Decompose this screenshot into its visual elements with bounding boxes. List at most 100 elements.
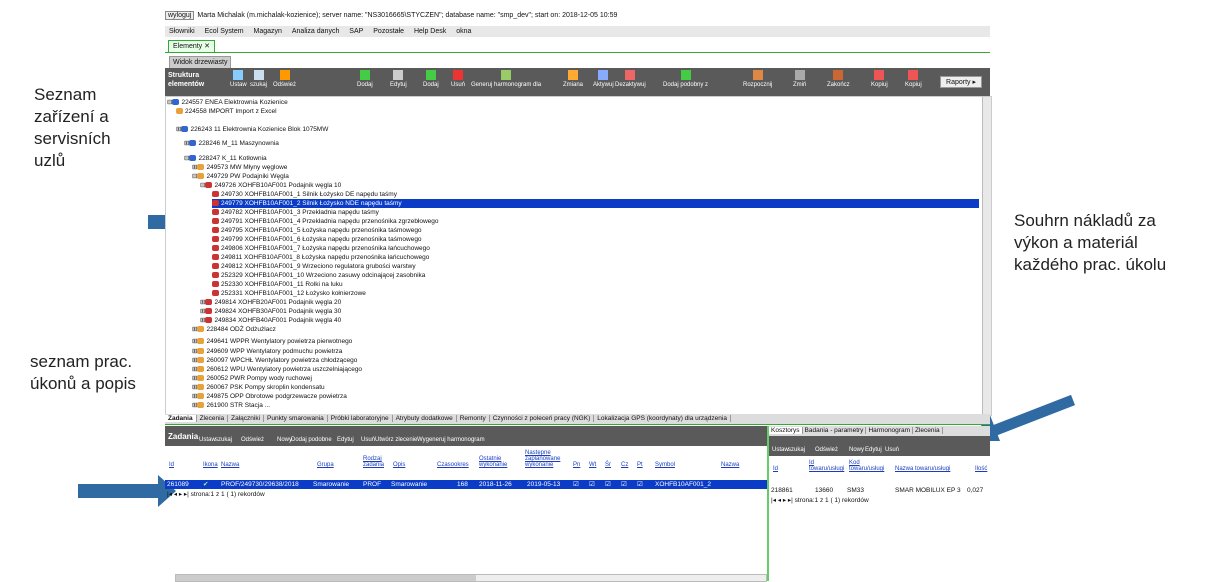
col-item-code[interactable]: Kod towaru/usługi [849, 460, 887, 472]
toolbar-button-kopiuj-2[interactable]: Kopiuj [905, 70, 922, 88]
col-ostatnie[interactable]: Ostatnie wykonanie [479, 456, 513, 468]
tree-node[interactable]: 249730 XOHFB10AF001_1 Silnik Łożysko DE … [212, 190, 397, 199]
toolbar-button-edytuj[interactable]: Edytuj [390, 70, 407, 88]
tree-node[interactable]: ⊞ 249609 WPP Wentylatory podmuchu powietr… [192, 347, 342, 356]
col-ikona[interactable]: Ikona [203, 462, 218, 468]
toolbar-button-generuj[interactable]: Generuj harmonogram dla [471, 70, 541, 88]
col-czasookres[interactable]: Czasookres [437, 462, 469, 468]
tasks-button-usun[interactable]: Usuń [361, 437, 375, 443]
tree-node[interactable]: ⊞ 249814 XOHFB20AF001 Podajnik węgla 20 [200, 298, 341, 307]
tree-node[interactable]: 249811 XOHFB10AF001_8 Łożyska napędu prz… [212, 253, 429, 262]
col-qty[interactable]: Ilość [975, 466, 987, 472]
tasks-button-ustaw[interactable]: Ustaw [199, 437, 216, 443]
col-item-name[interactable]: Nazwa towaru/usługi [895, 466, 950, 472]
tree-node[interactable]: ⊟ 224557 ENEA Elektrownia Kozienice [167, 98, 288, 107]
toolbar-button-zmiana[interactable]: Zmiana [563, 70, 583, 88]
tree-node[interactable]: ⊟ 228247 K_11 Kotłownia [184, 154, 267, 163]
tree-node[interactable]: ⊞ 261900 STR Stacja ... [192, 401, 270, 410]
tree-node[interactable]: ⊟ 249726 XOHFB10AF001 Podajnik węgla 10 [200, 181, 341, 190]
menu-item-ecol-system[interactable]: Ecol System [205, 28, 244, 35]
tab-atrybuty[interactable]: Atrybuty dodatkowe [392, 415, 457, 422]
toolbar-button-szukaj[interactable]: szukaj [250, 70, 267, 88]
costs-button-odswiez[interactable]: Odśwież [815, 447, 838, 453]
toolbar-button-dodaj-podobny[interactable]: Dodaj podobny z [663, 70, 708, 88]
tree-node[interactable]: ⊟ 249729 PW Podajniki Węgla [192, 172, 289, 181]
costs-button-edytuj[interactable]: Edytuj [865, 447, 882, 453]
tree-node[interactable]: ⊞ 260067 PSK Pompy skroplin kondensatu [192, 383, 325, 392]
col-sr[interactable]: Śr [605, 462, 611, 468]
col-pt[interactable]: Pt [637, 462, 643, 468]
tab-zalaczniki[interactable]: Załączniki [228, 415, 265, 422]
toolbar-button-kopiuj[interactable]: Kopiuj [871, 70, 888, 88]
tree-node-selected[interactable]: 249779 XOHFB10AF001_2 Silnik Łożysko NDE… [212, 199, 979, 208]
costs-button-ustaw[interactable]: Ustaw [772, 447, 789, 453]
tree-node[interactable]: ⊞ 249641 WPPR Wentylatory powietrza pierw… [192, 337, 352, 346]
toolbar-button-usun[interactable]: Usuń [451, 70, 465, 88]
menu-item-analiza[interactable]: Analiza danych [292, 28, 339, 35]
toolbar-button-ustaw[interactable]: Ustaw [230, 70, 247, 88]
col-cost-id[interactable]: Id [773, 466, 778, 472]
tree-node[interactable]: 252331 XOHFB10AF001_12 Łożysko kołnierzo… [212, 289, 366, 298]
costs-button-usun[interactable]: Usuń [885, 447, 899, 453]
tasks-button-odswiez[interactable]: Odśwież [241, 437, 264, 443]
tab-zlecenia-2[interactable]: Zlecenia [912, 427, 943, 434]
menu-item-pozostale[interactable]: Pozostałe [373, 28, 404, 35]
tree-node[interactable]: ⊞ 249573 MW Młyny węglowe [192, 163, 287, 172]
tab-zadania[interactable]: Zadania [165, 415, 197, 422]
col-nazwa-2[interactable]: Nazwa [721, 462, 739, 468]
toolbar-button-dezaktywuj[interactable]: Dezaktywuj [615, 70, 646, 88]
tab-zlecenia[interactable]: Zlecenia [196, 415, 229, 422]
col-nazwa[interactable]: Nazwa [221, 462, 239, 468]
tab-czynnosci[interactable]: Czynności z poleceń pracy (NGK) [489, 415, 595, 422]
tree-node[interactable]: ⊞ 249834 XOHFB40AF001 Podajnik węgla 40 [200, 316, 341, 325]
tasks-button-wygeneruj[interactable]: Wygeneruj harmonogram [417, 437, 485, 443]
tab-kosztorys[interactable]: Kosztorys [769, 427, 803, 434]
toolbar-button-odswiez[interactable]: Odśwież [273, 70, 296, 88]
table-row[interactable]: 261089 ✔ PROF/249730/29638/2018 Smarowan… [165, 480, 767, 489]
col-pn[interactable]: Pn [573, 462, 580, 468]
tasks-button-szukaj[interactable]: szukaj [215, 437, 232, 443]
tree-node[interactable]: ⊞ 260097 WPCHŁ Wentylatory powietrza chło… [192, 356, 357, 365]
menu-item-magazyn[interactable]: Magazyn [254, 28, 282, 35]
tree-node[interactable]: 252329 XOHFB10AF001_10 Wrzeciono zasuwy … [212, 271, 425, 280]
tree-node[interactable]: ⊞ 226243 11 Elektrownia Kozienice Blok 10… [176, 125, 328, 134]
tree-node[interactable]: 249806 XOHFB10AF001_7 Łożyska napędu prz… [212, 244, 430, 253]
tree-node[interactable]: 249799 XOHFB10AF001_6 Łożyska napędu prz… [212, 235, 422, 244]
close-icon[interactable]: ✕ [204, 43, 210, 50]
col-wt[interactable]: Wt [589, 462, 596, 468]
tree-node[interactable]: 249782 XOHFB10AF001_3 Przekładnia napędu… [212, 208, 379, 217]
tree-node[interactable]: ⊞ 228246 M_11 Maszynownia [184, 139, 279, 148]
tree-node[interactable]: ⊞ 249824 XOHFB30AF001 Podajnik węgla 30 [200, 307, 341, 316]
tree-node[interactable]: ⊞ 249875 OPP Obrotowe podgrzewacze powiet… [192, 392, 347, 401]
toolbar-button-aktywuj[interactable]: Aktywuj [593, 70, 614, 88]
toolbar-button-rozpocznij[interactable]: Rozpocznij [743, 70, 772, 88]
costs-button-nowy[interactable]: Nowy [849, 447, 864, 453]
toolbar-button-dodaj-2[interactable]: Dodaj [423, 70, 439, 88]
col-rodzaj[interactable]: Rodzaj zadania [363, 456, 389, 468]
tasks-button-dodaj-podobne[interactable]: Dodaj podobne [291, 437, 332, 443]
col-symbol[interactable]: Symbol [655, 462, 675, 468]
tree-node[interactable]: 224558 IMPORT Import z Excel [176, 107, 277, 116]
tree-node[interactable]: ⊞ 260612 WPU Wentylatory powietrza uszcze… [192, 365, 362, 374]
toolbar-button-zmien[interactable]: Zmiń [793, 70, 806, 88]
tree-node[interactable]: ⊞ 260052 PWR Pompy wody ruchowej [192, 374, 312, 383]
col-id[interactable]: Id [169, 462, 174, 468]
tab-elementy[interactable]: Elementy ✕ [168, 40, 216, 53]
pager-nav-icon[interactable]: |◂ ◂ ▸ ▸| [167, 491, 189, 498]
tree-node[interactable]: 249795 XOHFB10AF001_5 Łożyska napędu prz… [212, 226, 422, 235]
tasks-button-nowy[interactable]: Nowy [277, 437, 292, 443]
tab-harmonogram[interactable]: Harmonogram [866, 427, 913, 434]
tab-remonty[interactable]: Remonty [456, 415, 490, 422]
menu-item-slowniki[interactable]: Słowniki [169, 28, 195, 35]
tree-node[interactable]: ⊞ 228484 ODŻ Odżużlacz [192, 325, 276, 334]
costs-button-szukaj[interactable]: szukaj [788, 447, 805, 453]
col-nastepne[interactable]: Następne zaplanowane wykonanie [525, 450, 565, 468]
reports-button[interactable]: Raporty ▸ [940, 76, 982, 88]
tab-punkty-smarowania[interactable]: Punkty smarowania [264, 415, 328, 422]
tab-badania[interactable]: Badania - parametry [802, 427, 867, 434]
tree-node[interactable]: 249791 XOHFB10AF001_4 Przekładnia napędu… [212, 217, 439, 226]
tasks-button-utworz-zlecenie[interactable]: Utwórz zlecenie [375, 437, 417, 443]
tab-lokalizacja[interactable]: Lokalizacja GPS (koordynaty) dla urządze… [594, 415, 731, 422]
tree-node[interactable]: 252330 XOHFB10AF001_11 Rolki na luku [212, 280, 343, 289]
tasks-button-edytuj[interactable]: Edytuj [337, 437, 354, 443]
